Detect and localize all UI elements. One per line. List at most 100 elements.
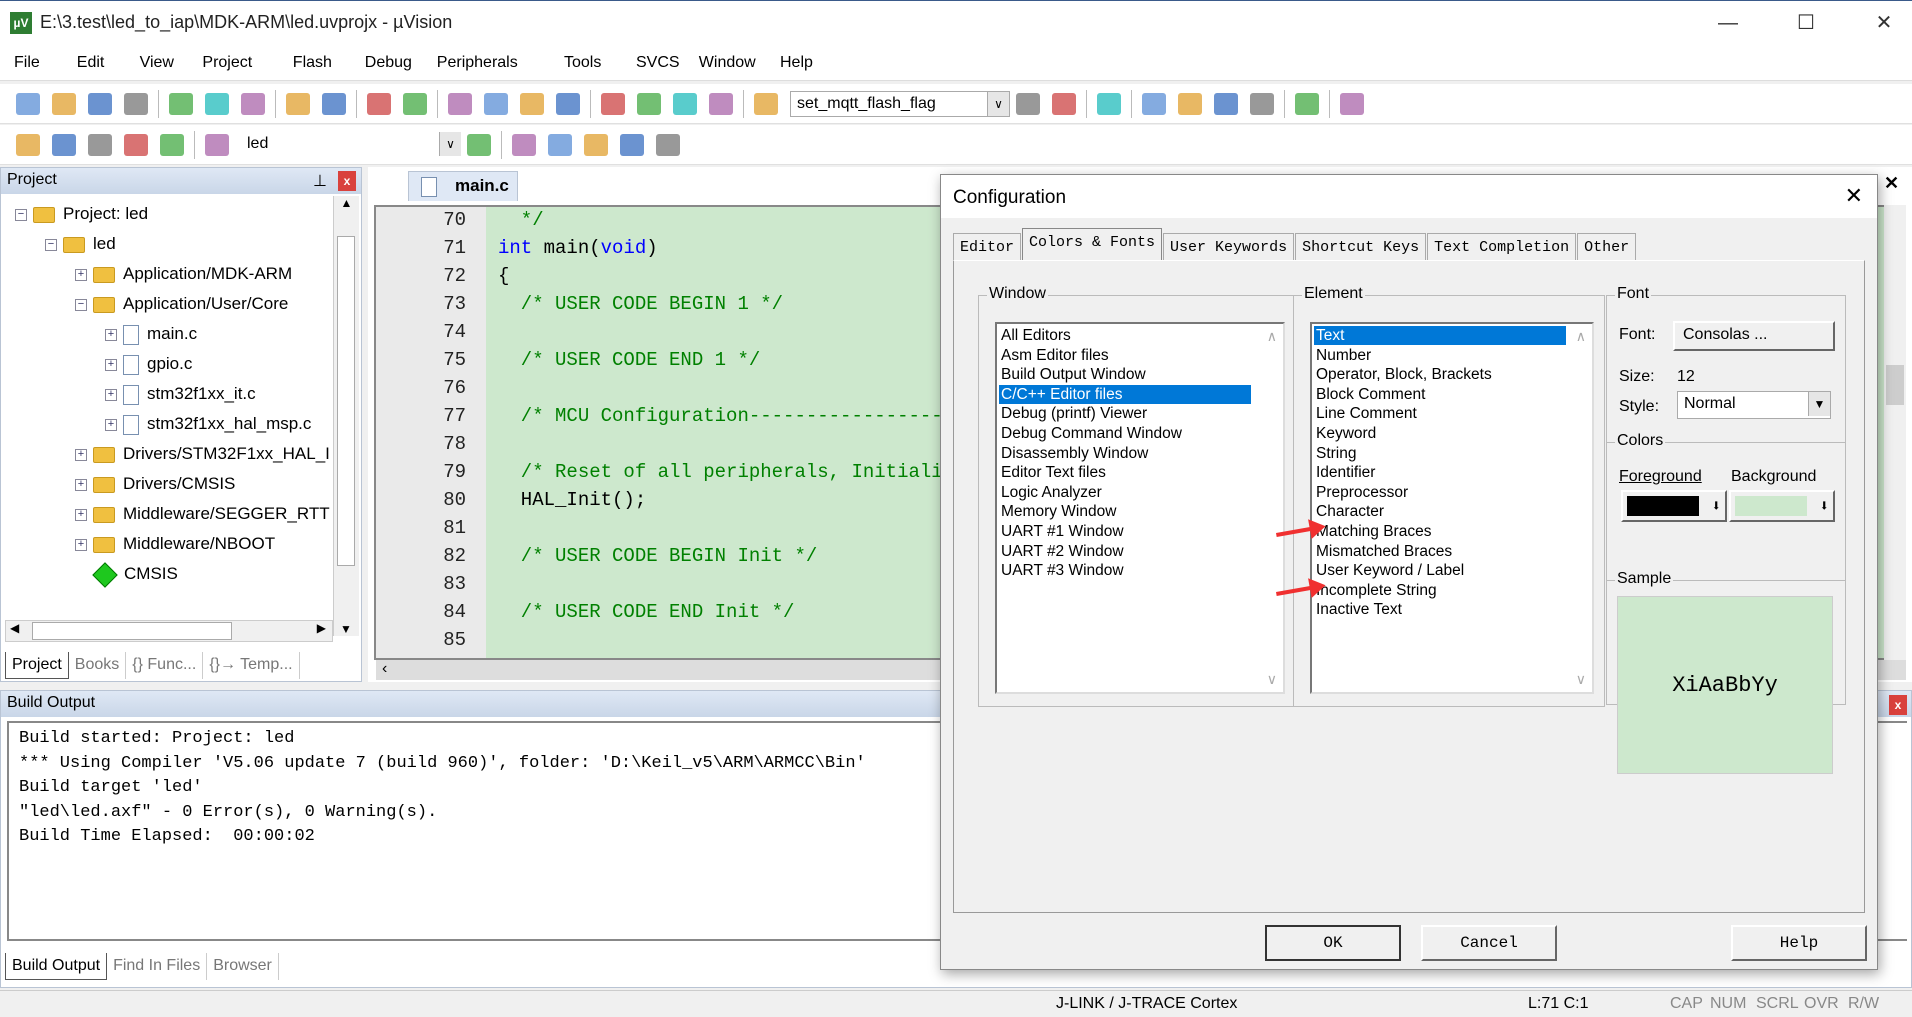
- list-item[interactable]: Asm Editor files: [999, 346, 1251, 365]
- tab-browser[interactable]: Browser: [207, 953, 279, 980]
- list-item[interactable]: User Keyword / Label: [1314, 561, 1566, 580]
- navigate-forward-icon[interactable]: [403, 92, 427, 115]
- prev-bookmark-icon[interactable]: [484, 92, 508, 115]
- tab-user-keywords[interactable]: User Keywords: [1163, 233, 1295, 260]
- list-item[interactable]: String: [1314, 444, 1566, 463]
- scroll-right-icon[interactable]: ▶: [317, 621, 326, 635]
- tab-find-in-files[interactable]: Find In Files: [107, 953, 208, 980]
- select-packs-icon[interactable]: [584, 133, 608, 156]
- uncomment-icon[interactable]: [709, 92, 733, 115]
- close-panel-button[interactable]: x: [1889, 695, 1907, 715]
- list-item[interactable]: Number: [1314, 346, 1566, 365]
- minimize-button[interactable]: —: [1708, 9, 1748, 37]
- redo-icon[interactable]: [322, 92, 346, 115]
- pin-icon[interactable]: ⊥: [313, 171, 327, 191]
- cancel-button[interactable]: Cancel: [1421, 925, 1557, 961]
- menu-file[interactable]: File: [14, 54, 40, 72]
- list-item[interactable]: Text: [1314, 326, 1566, 345]
- configure-icon[interactable]: [1340, 92, 1364, 115]
- list-item[interactable]: Logic Analyzer: [999, 483, 1251, 502]
- list-item[interactable]: UART #2 Window: [999, 542, 1251, 561]
- kill-all-breakpoints-icon[interactable]: [1250, 92, 1274, 115]
- unindent-icon[interactable]: [637, 92, 661, 115]
- list-item[interactable]: Identifier: [1314, 463, 1566, 482]
- list-item[interactable]: Debug Command Window: [999, 424, 1251, 443]
- paste-icon[interactable]: [241, 92, 265, 115]
- chevron-down-icon[interactable]: ▼: [1808, 392, 1830, 416]
- tree-item[interactable]: + Middleware/NBOOT: [75, 530, 275, 558]
- tree-item[interactable]: CMSIS: [75, 560, 178, 588]
- menu-help[interactable]: Help: [780, 54, 813, 72]
- expand-toggle-icon[interactable]: +: [105, 388, 117, 401]
- menu-flash[interactable]: Flash: [293, 54, 332, 72]
- expand-toggle-icon[interactable]: −: [15, 208, 27, 221]
- indent-icon[interactable]: [601, 92, 625, 115]
- list-item[interactable]: Matching Braces: [1314, 522, 1566, 541]
- list-item[interactable]: C/C++ Editor files: [999, 384, 1251, 404]
- expand-toggle-icon[interactable]: −: [75, 298, 87, 311]
- manage-components-icon[interactable]: [512, 133, 536, 156]
- expand-toggle-icon[interactable]: +: [105, 418, 117, 431]
- save-all-icon[interactable]: [124, 92, 148, 115]
- menu-view[interactable]: View: [140, 54, 174, 72]
- save-icon[interactable]: [88, 92, 112, 115]
- stop-build-icon[interactable]: [160, 133, 184, 156]
- scroll-thumb[interactable]: [32, 622, 232, 640]
- scroll-left-icon[interactable]: ‹: [376, 660, 387, 677]
- navigate-back-icon[interactable]: [367, 92, 391, 115]
- manage-run-time-icon[interactable]: [620, 133, 644, 156]
- build-icon[interactable]: [52, 133, 76, 156]
- list-item[interactable]: Memory Window: [999, 502, 1251, 521]
- tree-item[interactable]: − Project: led: [15, 200, 148, 228]
- load-download-icon[interactable]: [205, 133, 229, 156]
- insert-breakpoint-icon[interactable]: [1142, 92, 1166, 115]
- window-layout-icon[interactable]: [1295, 92, 1319, 115]
- expand-toggle-icon[interactable]: −: [45, 238, 57, 251]
- list-item[interactable]: Inactive Text: [1314, 600, 1566, 619]
- menu-project[interactable]: Project: [202, 54, 252, 72]
- chevron-down-icon[interactable]: ∨: [439, 131, 461, 156]
- help-button[interactable]: Help: [1731, 925, 1867, 961]
- scroll-down-icon[interactable]: ▼: [334, 622, 358, 636]
- menu-tools[interactable]: Tools: [564, 54, 601, 72]
- comment-icon[interactable]: [673, 92, 697, 115]
- clear-bookmarks-icon[interactable]: [556, 92, 580, 115]
- list-item[interactable]: UART #1 Window: [999, 522, 1251, 541]
- menu-svcs[interactable]: SVCS: [636, 54, 680, 72]
- scroll-left-icon[interactable]: ◀: [10, 621, 19, 635]
- expand-toggle-icon[interactable]: +: [75, 508, 87, 521]
- cut-icon[interactable]: [169, 92, 193, 115]
- expand-toggle-icon[interactable]: +: [75, 478, 87, 491]
- tab-editor[interactable]: Editor: [953, 233, 1022, 260]
- list-item[interactable]: All Editors: [999, 326, 1251, 345]
- editor-vertical-scrollbar[interactable]: [1884, 205, 1906, 660]
- scroll-thumb[interactable]: [337, 236, 355, 566]
- menu-edit[interactable]: Edit: [77, 54, 105, 72]
- tab-books[interactable]: Books: [69, 652, 127, 679]
- tree-item[interactable]: + Drivers/STM32F1xx_HAL_I: [75, 440, 330, 468]
- open-file-icon[interactable]: [52, 92, 76, 115]
- close-button[interactable]: ✕: [1864, 9, 1904, 37]
- tree-item[interactable]: + Drivers/CMSIS: [75, 470, 235, 498]
- list-item[interactable]: Editor Text files: [999, 463, 1251, 482]
- tab-shortcut-keys[interactable]: Shortcut Keys: [1295, 233, 1427, 260]
- pack-installer-icon[interactable]: [656, 133, 680, 156]
- close-panel-button[interactable]: x: [338, 171, 356, 191]
- target-select[interactable]: led ∨: [241, 131, 461, 158]
- tree-item[interactable]: − Application/User/Core: [75, 290, 288, 318]
- maximize-button[interactable]: ☐: [1786, 9, 1826, 37]
- tree-item[interactable]: + Middleware/SEGGER_RTT: [75, 500, 330, 528]
- style-select[interactable]: Normal ▼: [1677, 391, 1831, 419]
- chevron-down-icon[interactable]: ∨: [987, 91, 1009, 116]
- incremental-find-icon[interactable]: [1016, 92, 1040, 115]
- scroll-down-icon[interactable]: ∨: [1576, 671, 1586, 688]
- tree-item[interactable]: + gpio.c: [105, 350, 192, 378]
- tab-main-c[interactable]: main.c: [408, 171, 518, 201]
- expand-toggle-icon[interactable]: +: [75, 448, 87, 461]
- debug-session-icon[interactable]: [1052, 92, 1076, 115]
- next-bookmark-icon[interactable]: [520, 92, 544, 115]
- disable-all-breakpoints-icon[interactable]: [1214, 92, 1238, 115]
- tree-item[interactable]: + stm32f1xx_it.c: [105, 380, 256, 408]
- list-item[interactable]: UART #3 Window: [999, 561, 1251, 580]
- tab-functions[interactable]: {} Func...: [126, 652, 204, 679]
